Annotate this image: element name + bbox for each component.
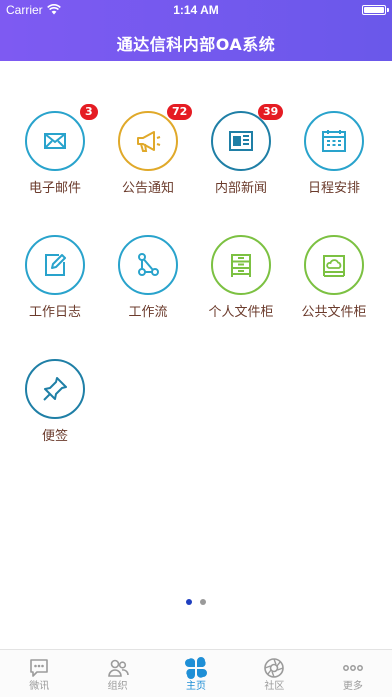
page-indicator[interactable] — [0, 599, 392, 605]
tab-community[interactable]: 社区 — [235, 650, 313, 697]
app-tile-mail[interactable]: 3 电子邮件 — [10, 96, 104, 206]
app-tile-calendar[interactable]: 日程安排 — [289, 96, 383, 206]
app-label: 个人文件柜 — [208, 305, 274, 320]
app-label: 公共文件柜 — [301, 305, 367, 320]
tab-label: 微讯 — [29, 681, 50, 692]
app-label: 工作日志 — [28, 305, 81, 320]
page-dot-1[interactable] — [186, 599, 192, 605]
tab-organization[interactable]: 组织 — [78, 650, 156, 697]
status-bar: Carrier 1:14 AM — [0, 0, 392, 20]
app-tile-news[interactable]: 39 内部新闻 — [196, 96, 290, 206]
app-header: Carrier 1:14 AM 通达信科内部OA系统 — [0, 0, 392, 61]
file-cabinet-icon — [211, 235, 271, 295]
battery-icon — [362, 5, 389, 15]
app-tile-personal-cabinet[interactable]: 个人文件柜 — [196, 220, 290, 330]
edit-note-icon — [25, 235, 85, 295]
mail-icon — [25, 111, 85, 171]
status-time: 1:14 AM — [173, 3, 219, 17]
tab-weixun[interactable]: 微讯 — [0, 650, 78, 697]
tab-label: 社区 — [264, 681, 285, 692]
app-label: 公告通知 — [121, 181, 174, 196]
tab-more[interactable]: 更多 — [314, 650, 392, 697]
app-label: 工作流 — [128, 305, 168, 320]
calendar-icon — [304, 111, 364, 171]
app-tile-notice[interactable]: 72 公告通知 — [103, 96, 197, 206]
app-label: 内部新闻 — [214, 181, 267, 196]
page-dot-2[interactable] — [200, 599, 206, 605]
tab-label: 组织 — [107, 681, 128, 692]
app-label: 日程安排 — [307, 181, 360, 196]
tab-label: 更多 — [342, 681, 363, 692]
page-title: 通达信科内部OA系统 — [116, 35, 276, 54]
bottom-tab-bar: 微讯 组织 主页 社区 更多 — [0, 649, 392, 697]
app-label: 电子邮件 — [28, 181, 81, 196]
pushpin-icon — [25, 359, 85, 419]
app-tile-worklog[interactable]: 工作日志 — [10, 220, 104, 330]
workflow-icon — [118, 235, 178, 295]
app-tile-sticky-notes[interactable]: 便签 — [10, 344, 104, 454]
unread-badge: 72 — [167, 104, 193, 120]
unread-badge: 39 — [258, 104, 284, 120]
tab-label: 主页 — [186, 681, 207, 692]
app-tile-workflow[interactable]: 工作流 — [103, 220, 197, 330]
cloud-cabinet-icon — [304, 235, 364, 295]
megaphone-icon — [118, 111, 178, 171]
app-label: 便签 — [41, 429, 68, 444]
unread-badge: 3 — [80, 104, 98, 120]
newspaper-icon — [211, 111, 271, 171]
app-tile-public-cabinet[interactable]: 公共文件柜 — [289, 220, 383, 330]
tab-home[interactable]: 主页 — [157, 650, 235, 697]
